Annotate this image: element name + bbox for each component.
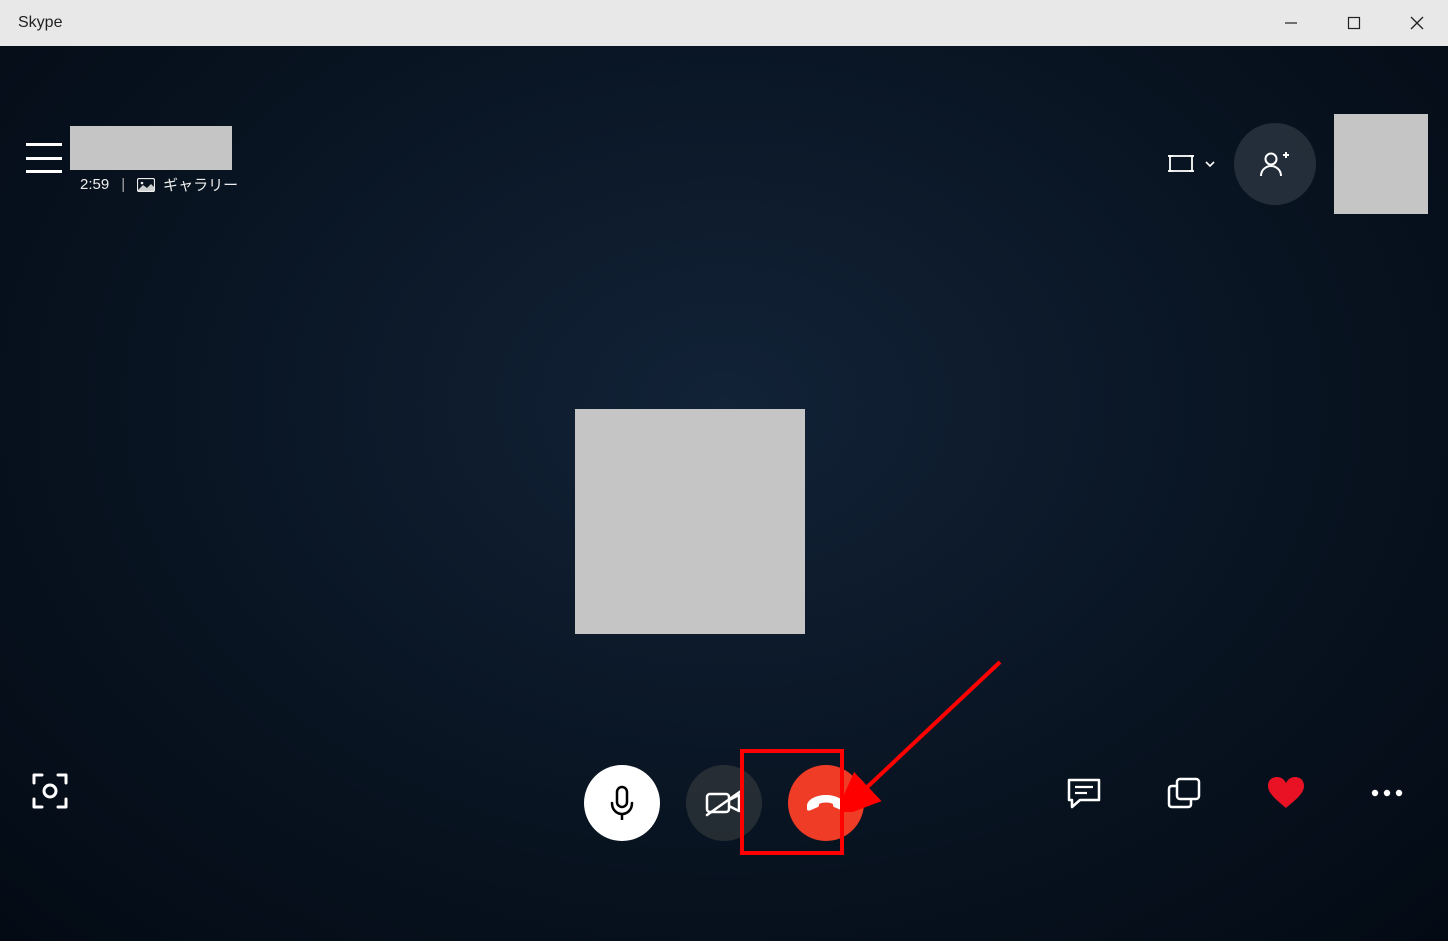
meta-separator: | — [117, 176, 129, 193]
minimize-button[interactable] — [1259, 0, 1322, 46]
app-title: Skype — [18, 14, 62, 32]
menu-button[interactable] — [26, 143, 62, 173]
call-duration: 2:59 — [80, 176, 109, 193]
more-options-button[interactable] — [1370, 788, 1404, 798]
bottom-toolbar — [0, 771, 1448, 941]
chevron-down-icon — [1204, 158, 1216, 170]
layout-toggle-button[interactable] — [1168, 153, 1216, 175]
add-participant-button[interactable] — [1234, 123, 1316, 205]
self-video-thumbnail[interactable] — [1334, 114, 1428, 214]
call-meta: 2:59 | ギャラリー — [80, 174, 238, 195]
participant-avatar — [575, 409, 805, 634]
maximize-button[interactable] — [1322, 0, 1385, 46]
toggle-video-button[interactable] — [686, 765, 762, 841]
snapshot-button[interactable] — [28, 769, 72, 813]
open-chat-button[interactable] — [1066, 776, 1102, 810]
close-button[interactable] — [1385, 0, 1448, 46]
contact-name — [70, 126, 232, 170]
share-screen-button[interactable] — [1166, 776, 1202, 810]
window-titlebar: Skype — [0, 0, 1448, 46]
mute-microphone-button[interactable] — [584, 765, 660, 841]
top-right-controls — [1168, 114, 1428, 214]
end-call-button[interactable] — [788, 765, 864, 841]
gallery-icon — [137, 178, 155, 192]
right-toolbar — [1066, 775, 1404, 811]
window-controls — [1259, 0, 1448, 46]
call-controls — [584, 765, 864, 841]
call-view: 2:59 | ギャラリー — [0, 46, 1448, 941]
view-mode-label[interactable]: ギャラリー — [163, 174, 238, 195]
reaction-heart-button[interactable] — [1266, 775, 1306, 811]
